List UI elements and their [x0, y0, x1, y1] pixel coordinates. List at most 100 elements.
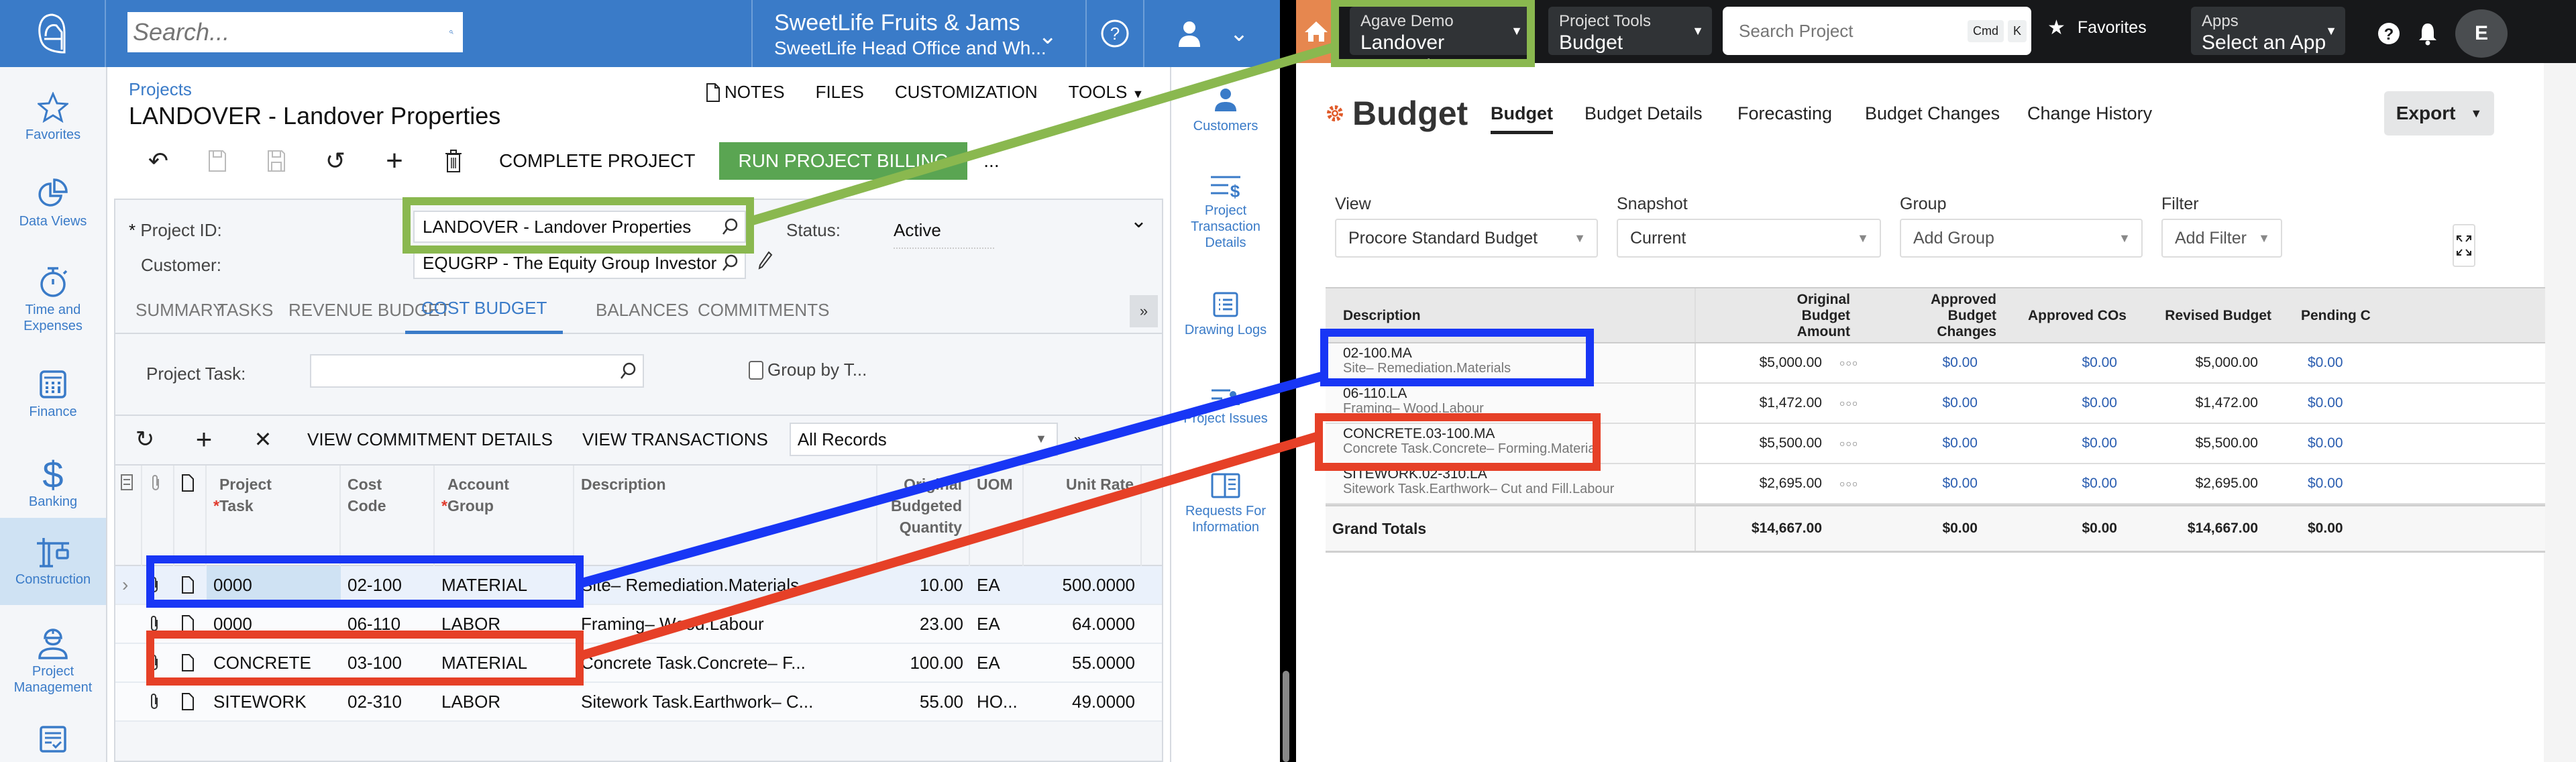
save-close-icon[interactable]: [188, 141, 247, 181]
app-logo[interactable]: [0, 0, 106, 67]
search-icon[interactable]: [722, 254, 738, 272]
tab-change-history[interactable]: Change History: [2027, 103, 2152, 124]
side-link-drawing-logs[interactable]: Drawing Logs: [1171, 291, 1280, 338]
attachment-icon[interactable]: [142, 644, 174, 682]
cell-quantity[interactable]: 55.00: [877, 683, 970, 720]
cell-quantity[interactable]: 10.00: [877, 566, 970, 604]
budget-row[interactable]: 02-100.MA Site– Remediation.Materials $5,0…: [1326, 343, 2545, 384]
side-link-project-issues[interactable]: Project Issues: [1171, 386, 1280, 427]
search-icon[interactable]: [620, 362, 636, 380]
save-icon[interactable]: [247, 141, 306, 181]
more-actions-button[interactable]: ...: [967, 150, 1015, 172]
tab-cost-budget[interactable]: COST BUDGET: [405, 286, 564, 334]
global-search[interactable]: [127, 12, 463, 52]
column-project-task[interactable]: *Project Task: [207, 466, 341, 566]
tab-budget[interactable]: Budget: [1491, 103, 1553, 134]
project-task-field[interactable]: [310, 354, 644, 388]
row-selector-icon[interactable]: [115, 644, 142, 682]
cell-quantity[interactable]: 23.00: [877, 605, 970, 643]
collapse-chevron-icon[interactable]: ⌄: [1130, 209, 1147, 233]
snapshot-select[interactable]: Current ▼: [1617, 219, 1881, 258]
avatar[interactable]: E: [2455, 9, 2508, 58]
budget-row[interactable]: SITEWORK.02-310.LA Sitework Task.Earthwor…: [1326, 464, 2545, 504]
home-button[interactable]: [1296, 0, 1336, 63]
bell-icon[interactable]: [2418, 21, 2438, 46]
row-actions-icon[interactable]: ○○○: [1827, 343, 1858, 382]
nav-item-finance[interactable]: Finance: [0, 354, 106, 435]
budget-line-description[interactable]: 06-110.LA Framing– Wood.Labour: [1343, 386, 1484, 417]
view-transactions-button[interactable]: VIEW TRANSACTIONS: [568, 429, 783, 450]
row-selector-icon[interactable]: [115, 605, 142, 643]
nav-item-construction[interactable]: Construction: [0, 518, 106, 605]
column-budgeted-quantity[interactable]: Original Budgeted Quantity: [877, 466, 970, 566]
cell-pending-changes[interactable]: $0.00: [2308, 424, 2343, 463]
grid-row[interactable]: SITEWORK 02-310 LABOR Sitework Task.Earthwo…: [115, 683, 1162, 722]
cell-approved-cos[interactable]: $0.00: [2010, 343, 2117, 382]
cell-description[interactable]: Concrete Task.Concrete– F...: [574, 644, 877, 682]
group-by-task-checkbox[interactable]: Group by T...: [749, 360, 867, 380]
budget-line-description[interactable]: 02-100.MA Site– Remediation.Materials: [1343, 346, 1511, 376]
cell-approved-changes[interactable]: $0.00: [1862, 384, 1978, 423]
column-unit-rate[interactable]: Unit Rate: [1024, 466, 1142, 566]
files-button[interactable]: FILES: [816, 82, 864, 103]
cell-project-task[interactable]: CONCRETE: [207, 644, 341, 682]
row-actions-icon[interactable]: ○○○: [1827, 464, 1858, 503]
cell-description[interactable]: Framing– Wood.Labour: [574, 605, 877, 643]
column-description[interactable]: Description: [574, 466, 877, 566]
help-button[interactable]: ?: [1087, 0, 1144, 67]
attachment-icon[interactable]: [142, 605, 174, 643]
export-button[interactable]: Export ▼: [2384, 91, 2494, 135]
attachment-icon[interactable]: [142, 566, 174, 604]
add-icon[interactable]: +: [365, 141, 424, 181]
row-selector-icon[interactable]: [115, 683, 142, 720]
column-approved-budget-changes[interactable]: Approved Budget Changes: [1862, 288, 1996, 343]
complete-project-button[interactable]: COMPLETE PROJECT: [483, 150, 711, 172]
nav-item-time-expenses[interactable]: Time and Expenses: [0, 252, 106, 346]
column-account-group[interactable]: *Account Group: [435, 466, 574, 566]
cell-unit-rate[interactable]: 49.0000: [1024, 683, 1142, 720]
more-toolbar-icon[interactable]: »: [1058, 431, 1098, 448]
column-approved-cos[interactable]: Approved COs: [2010, 288, 2127, 343]
cell-account-group[interactable]: MATERIAL: [435, 566, 574, 604]
cell-project-task[interactable]: SITEWORK: [207, 683, 341, 720]
cell-quantity[interactable]: 100.00: [877, 644, 970, 682]
nav-item-project-management[interactable]: Project Management: [0, 610, 106, 711]
cell-uom[interactable]: EA: [970, 644, 1024, 682]
tab-budget-changes[interactable]: Budget Changes: [1865, 103, 2000, 124]
user-menu[interactable]: ⌄: [1144, 0, 1280, 67]
delete-icon[interactable]: [424, 141, 483, 181]
group-select[interactable]: Add Group ▼: [1900, 219, 2143, 258]
files-column-icon[interactable]: [115, 466, 142, 566]
nav-item-data-views[interactable]: Data Views: [0, 166, 106, 240]
search-icon[interactable]: [722, 218, 738, 235]
cell-uom[interactable]: EA: [970, 605, 1024, 643]
attachment-icon[interactable]: [142, 683, 174, 720]
cell-description[interactable]: Site– Remediation.Materials: [574, 566, 877, 604]
cell-cost-code[interactable]: 02-100: [341, 566, 435, 604]
cell-account-group[interactable]: LABOR: [435, 683, 574, 720]
column-description[interactable]: Description: [1343, 288, 1678, 343]
notes-button[interactable]: NOTES: [706, 82, 785, 103]
row-selector-icon[interactable]: ›: [115, 566, 142, 604]
cell-pending-changes[interactable]: $0.00: [2308, 384, 2343, 423]
help-icon[interactable]: ?: [2377, 22, 2400, 45]
cell-uom[interactable]: HO...: [970, 683, 1024, 720]
project-search[interactable]: Cmd K: [1723, 7, 2031, 55]
customization-button[interactable]: CUSTOMIZATION: [895, 82, 1038, 103]
undo-icon[interactable]: ↺: [306, 141, 365, 181]
cell-account-group[interactable]: LABOR: [435, 605, 574, 643]
cell-approved-changes[interactable]: $0.00: [1862, 464, 1978, 503]
side-link-project-transaction-details[interactable]: $ Project Transaction Details: [1171, 174, 1280, 251]
cell-approved-cos[interactable]: $0.00: [2010, 464, 2117, 503]
project-selector[interactable]: Agave Demo Landover Properties ▼: [1350, 7, 1531, 78]
note-icon[interactable]: [174, 644, 207, 682]
project-id-field[interactable]: LANDOVER - Landover Properties: [413, 211, 746, 243]
column-original-budget[interactable]: Original Budget Amount: [1701, 288, 1850, 343]
tab-budget-details[interactable]: Budget Details: [1585, 103, 1703, 124]
cell-approved-cos[interactable]: $0.00: [2010, 384, 2117, 423]
more-tabs-button[interactable]: »: [1130, 295, 1158, 327]
cell-cost-code[interactable]: 06-110: [341, 605, 435, 643]
cell-cost-code[interactable]: 02-310: [341, 683, 435, 720]
tab-forecasting[interactable]: Forecasting: [1737, 103, 1832, 124]
cell-cost-code[interactable]: 03-100: [341, 644, 435, 682]
